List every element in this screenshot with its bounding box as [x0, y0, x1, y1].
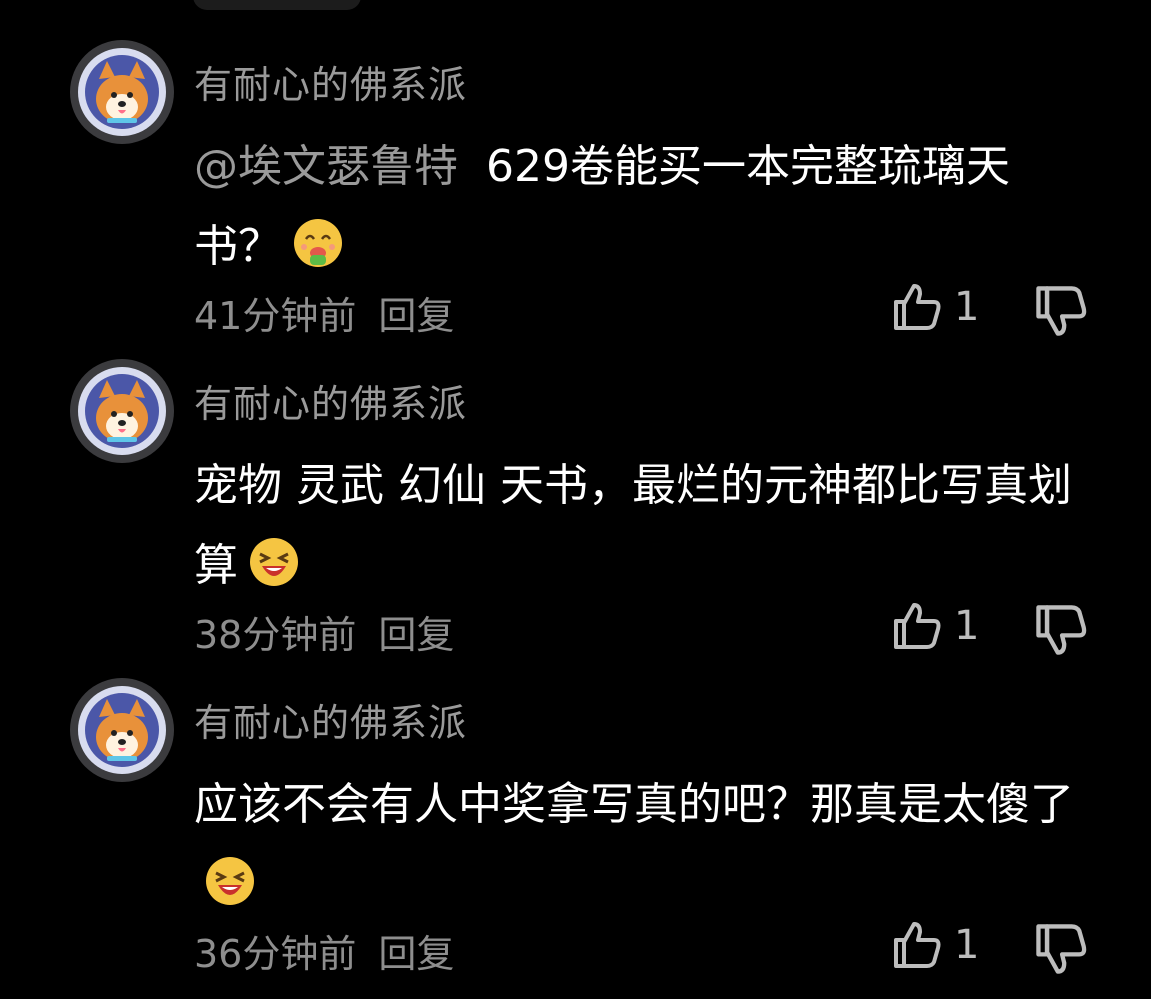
laughing-emoji-icon	[202, 853, 258, 909]
like-count: 1	[954, 284, 980, 330]
avatar[interactable]	[70, 40, 174, 144]
comment-time: 36分钟前	[194, 932, 357, 976]
comment-text-block: 应该不会有人中奖拿写真的吧？那真是太傻了	[194, 765, 1094, 925]
laughing-emoji-icon	[246, 534, 302, 590]
comment-text-block: @埃文瑟鲁特 629卷能买一本完整琉璃天书？	[194, 127, 1094, 287]
comment-author[interactable]: 有耐心的佛系派	[194, 692, 467, 747]
comment-time: 38分钟前	[194, 613, 357, 657]
top-pill-button[interactable]	[193, 0, 361, 10]
like-button[interactable]: 1	[890, 599, 986, 653]
comment-time: 41分钟前	[194, 294, 357, 338]
thumbs-down-icon	[1036, 286, 1087, 336]
like-count: 1	[954, 603, 980, 649]
thumbs-up-icon	[894, 603, 941, 649]
thumbs-up-icon	[894, 284, 941, 330]
dislike-button[interactable]	[1032, 282, 1090, 340]
comment-item: 有耐心的佛系派 应该不会有人中奖拿写真的吧？那真是太傻了 36分钟前 回复 1	[0, 678, 1151, 978]
comment-meta: 41分钟前 回复	[194, 285, 454, 340]
comment-item: 有耐心的佛系派 @埃文瑟鲁特 629卷能买一本完整琉璃天书？ 41分钟前 回复 1	[0, 40, 1151, 340]
dislike-button[interactable]	[1032, 920, 1090, 978]
like-count: 1	[954, 922, 980, 968]
reply-button[interactable]: 回复	[378, 613, 454, 657]
thumbs-up-icon	[894, 922, 941, 968]
comment-meta: 36分钟前 回复	[194, 923, 454, 978]
comment-text-block: 宠物 灵武 幻仙 天书，最烂的元神都比写真划算	[194, 446, 1094, 606]
comment-text: 应该不会有人中奖拿写真的吧？那真是太傻了	[194, 779, 1074, 830]
avatar[interactable]	[70, 678, 174, 782]
comment-author[interactable]: 有耐心的佛系派	[194, 373, 467, 428]
avatar[interactable]	[70, 359, 174, 463]
like-button[interactable]: 1	[890, 918, 986, 972]
comment-item: 有耐心的佛系派 宠物 灵武 幻仙 天书，最烂的元神都比写真划算 38分钟前 回复 …	[0, 359, 1151, 659]
dislike-button[interactable]	[1032, 601, 1090, 659]
reply-button[interactable]: 回复	[378, 294, 454, 338]
comment-meta: 38分钟前 回复	[194, 604, 454, 659]
thumbs-down-icon	[1036, 605, 1087, 655]
comment-mention[interactable]: @埃文瑟鲁特	[194, 141, 458, 192]
reply-button[interactable]: 回复	[378, 932, 454, 976]
like-button[interactable]: 1	[890, 280, 986, 334]
drooling-emoji-icon	[290, 215, 346, 271]
thumbs-down-icon	[1036, 924, 1087, 974]
comment-text: 宠物 灵武 幻仙 天书，最烂的元神都比写真划算	[194, 460, 1072, 591]
comment-author[interactable]: 有耐心的佛系派	[194, 54, 467, 109]
